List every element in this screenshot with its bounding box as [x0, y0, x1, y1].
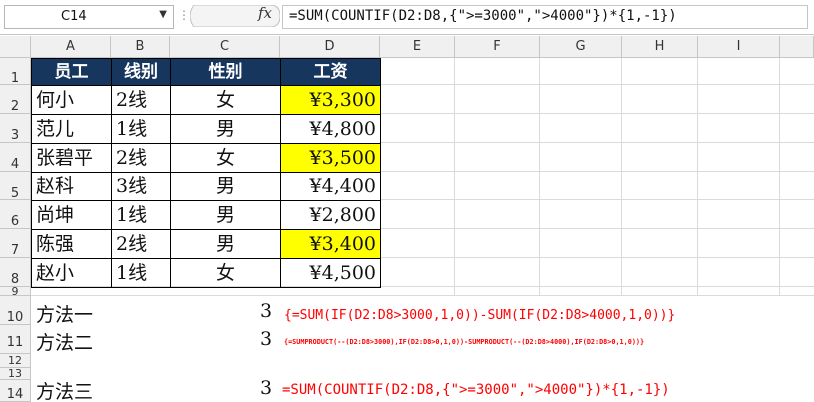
cell-line[interactable]: 3线 [111, 172, 171, 201]
formula-input[interactable]: =SUM(COUNTIF(D2:D8,{">=3000",">4000"})*{… [282, 5, 808, 29]
table-header-line[interactable]: 线别 [111, 58, 171, 86]
cell-gender[interactable]: 男 [170, 229, 281, 259]
cell-name[interactable]: 赵科 [31, 172, 112, 201]
cell-name[interactable]: 范儿 [31, 114, 112, 144]
cell-salary[interactable]: ¥3,500 [280, 143, 381, 173]
cell-line[interactable]: 1线 [111, 258, 171, 288]
cell-salary[interactable]: ¥2,800 [280, 200, 381, 230]
cell-salary[interactable]: ¥3,300 [280, 85, 381, 115]
method-3-value[interactable]: 3 [260, 377, 272, 399]
drag-handle-icon[interactable]: ⋮ [178, 8, 190, 22]
table-header-employee[interactable]: 员工 [31, 58, 112, 86]
cell-line[interactable]: 1线 [111, 200, 171, 230]
cell-line[interactable]: 2线 [111, 229, 171, 259]
method-3-formula: =SUM(COUNTIF(D2:D8,{">=3000",">4000"})*{… [282, 382, 670, 398]
method-1-formula: {=SUM(IF(D2:D8>3000,1,0))-SUM(IF(D2:D8>4… [284, 308, 676, 323]
method-1-value[interactable]: 3 [260, 300, 272, 322]
table-header-salary[interactable]: 工资 [280, 58, 381, 86]
method-3-label[interactable]: 方法三 [36, 377, 93, 402]
cell-name[interactable]: 何小 [31, 85, 112, 115]
spreadsheet-grid: A B C D E F G H I 1 2 3 4 5 6 7 8 9 10 1… [0, 36, 814, 402]
formula-bar: C14 ▼ ⋮ fx =SUM(COUNTIF(D2:D8,{">=3000",… [0, 0, 814, 35]
cell-line[interactable]: 2线 [111, 85, 171, 115]
cell-salary[interactable]: ¥4,800 [280, 114, 381, 144]
method-2-value[interactable]: 3 [260, 328, 272, 350]
cell-gender[interactable]: 女 [170, 258, 281, 288]
fx-label: fx [258, 4, 273, 22]
cell-gender[interactable]: 男 [170, 200, 281, 230]
cell-name[interactable]: 张碧平 [31, 143, 112, 173]
cell-gender[interactable]: 女 [170, 143, 281, 173]
cell-name[interactable]: 尚坤 [31, 200, 112, 230]
formula-text: =SUM(COUNTIF(D2:D8,{">=3000",">4000"})*{… [289, 8, 677, 24]
name-box-value: C14 [61, 9, 87, 24]
method-1-label[interactable]: 方法一 [36, 300, 93, 327]
cell-line[interactable]: 2线 [111, 143, 171, 173]
cell-salary[interactable]: ¥4,500 [280, 258, 381, 288]
table-header-gender[interactable]: 性别 [170, 58, 281, 86]
method-2-formula: {=SUMPRODUCT(--(D2:D8>3000),IF(D2:D8>0,1… [284, 338, 645, 346]
cell-gender[interactable]: 男 [170, 114, 281, 144]
cell-gender[interactable]: 女 [170, 85, 281, 115]
chevron-down-icon[interactable]: ▼ [159, 9, 167, 20]
cell-name[interactable]: 陈强 [31, 229, 112, 259]
name-box[interactable]: C14 ▼ [4, 5, 174, 29]
cell-name[interactable]: 赵小 [31, 258, 112, 288]
cell-line[interactable]: 1线 [111, 114, 171, 144]
method-2-label[interactable]: 方法二 [36, 328, 93, 355]
cell-gender[interactable]: 男 [170, 172, 281, 201]
cell-salary[interactable]: ¥3,400 [280, 229, 381, 259]
insert-function-icon[interactable]: fx [258, 4, 272, 22]
cell-salary[interactable]: ¥4,400 [280, 172, 381, 201]
